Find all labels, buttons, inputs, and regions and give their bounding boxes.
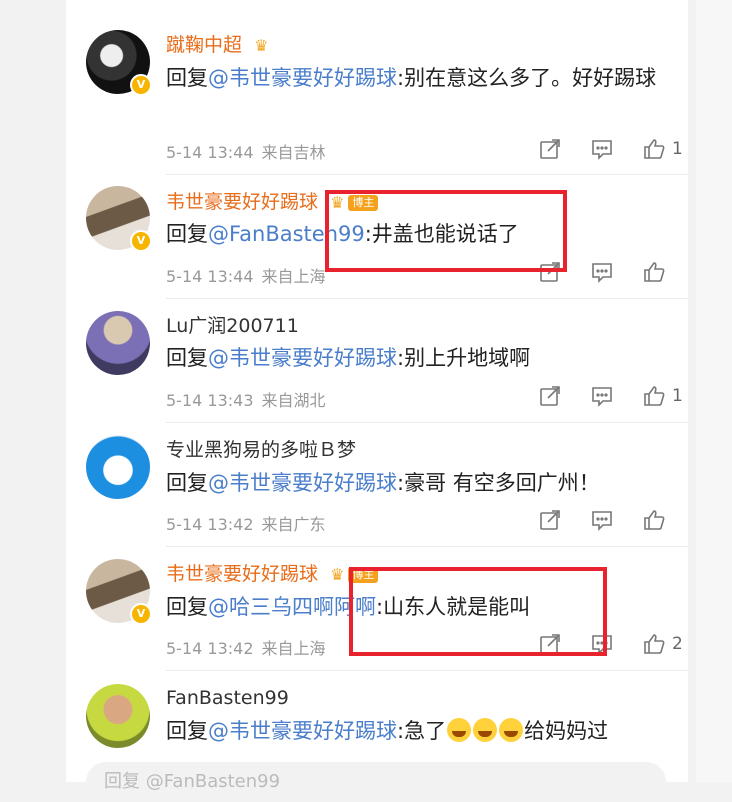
reply-text: :急了 — [397, 719, 447, 743]
timestamp: 5-14 13:42 — [166, 515, 254, 534]
reply-prefix: 回复 — [166, 595, 208, 619]
like-count: 1 — [672, 386, 683, 406]
share-icon[interactable] — [538, 508, 564, 534]
avatar[interactable]: V — [86, 30, 152, 96]
reply-prefix: 回复 — [166, 471, 208, 495]
username-text[interactable]: 韦世豪要好好踢球 — [166, 563, 318, 585]
timestamp: 5-14 13:43 — [166, 391, 254, 410]
avatar[interactable] — [86, 435, 150, 499]
comment-text: 回复@韦世豪要好好踢球:别上升地域啊 — [166, 342, 666, 374]
username[interactable]: 韦世豪要好好踢球 ♛ 博主 — [166, 562, 379, 587]
reply-prefix: 回复 — [166, 66, 208, 90]
comment-text: 回复@韦世豪要好好踢球:别在意这么多了。好好踢球 — [166, 62, 666, 94]
highlight-box — [325, 190, 567, 272]
divider — [166, 422, 688, 423]
crown-icon: ♛ — [254, 35, 269, 55]
comment-meta: 5-14 13:43 来自湖北 — [166, 387, 334, 411]
reply-prefix: 回复 — [166, 222, 208, 246]
location: 来自吉林 — [261, 143, 326, 162]
like-icon[interactable]: 1 — [642, 137, 683, 163]
like-icon[interactable]: 1 — [642, 384, 683, 410]
comment-list-panel[interactable]: V 蹴鞠中超 ♛ 回复@韦世豪要好好踢球:别在意这么多了。好好踢球 5-14 1… — [66, 0, 688, 802]
reply-text: :别上升地域啊 — [397, 346, 531, 370]
location: 来自湖北 — [261, 391, 326, 410]
verified-v-icon: V — [130, 74, 152, 96]
like-icon[interactable] — [642, 260, 668, 286]
timestamp: 5-14 13:44 — [166, 267, 254, 286]
mention-link[interactable]: @韦世豪要好好踢球 — [208, 471, 397, 495]
username[interactable]: 蹴鞠中超 ♛ — [166, 33, 268, 58]
reply-prefix: 回复 — [166, 719, 208, 743]
location: 来自上海 — [261, 639, 326, 658]
location: 来自广东 — [261, 515, 326, 534]
crying-laugh-emoji — [447, 718, 472, 742]
crown-icon: ♛ — [330, 564, 345, 584]
comment-meta: 5-14 13:44 来自上海 — [166, 263, 334, 287]
like-icon[interactable]: 2 — [642, 632, 683, 658]
username[interactable]: FanBasten99 — [166, 686, 289, 710]
comment-icon[interactable] — [590, 384, 616, 410]
comment-icon[interactable] — [590, 508, 616, 534]
verified-v-icon: V — [130, 230, 152, 252]
reply-prefix: 回复 — [166, 346, 208, 370]
mention-link[interactable]: @韦世豪要好好踢球 — [208, 719, 397, 743]
username-text[interactable]: 韦世豪要好好踢球 — [166, 191, 318, 213]
timestamp: 5-14 13:44 — [166, 143, 254, 162]
right-background-strip — [696, 0, 732, 782]
location: 来自上海 — [261, 267, 326, 286]
comment-actions — [538, 508, 668, 534]
username-text[interactable]: 蹴鞠中超 — [166, 34, 242, 56]
divider — [166, 670, 688, 671]
like-count: 2 — [672, 634, 683, 654]
crying-laugh-emoji — [499, 718, 524, 742]
comment-actions: 1 — [538, 384, 683, 410]
username-text[interactable]: FanBasten99 — [166, 687, 289, 709]
comment-text: 回复@韦世豪要好好踢球:急了 给妈妈过 — [166, 715, 666, 747]
divider — [166, 546, 688, 547]
avatar[interactable]: V — [86, 559, 152, 625]
comment-meta: 5-14 13:42 来自上海 — [166, 635, 334, 659]
reply-text-continued: 给妈妈过 — [524, 719, 609, 743]
verified-v-icon: V — [130, 603, 152, 625]
avatar[interactable] — [86, 684, 150, 748]
username-text[interactable]: Lu广润200711 — [166, 315, 299, 337]
reply-text: :别在意这么多了。好好踢球 — [397, 66, 657, 90]
divider — [166, 298, 688, 299]
avatar[interactable] — [86, 311, 150, 375]
username[interactable]: 专业黑狗易的多啦Ｂ梦 — [166, 438, 356, 462]
comment-icon[interactable] — [590, 137, 616, 163]
comment-meta: 5-14 13:44 来自吉林 — [166, 139, 334, 163]
reply-text: :豪哥 有空多回广州！ — [397, 471, 600, 495]
like-icon[interactable] — [642, 508, 668, 534]
reply-input[interactable]: 回复 @FanBasten99 — [86, 762, 666, 802]
mention-link[interactable]: @韦世豪要好好踢球 — [208, 66, 397, 90]
highlight-box — [349, 567, 607, 656]
timestamp: 5-14 13:42 — [166, 639, 254, 658]
username-text[interactable]: 专业黑狗易的多啦Ｂ梦 — [166, 439, 356, 461]
comment-meta: 5-14 13:42 来自广东 — [166, 511, 334, 535]
like-count: 1 — [672, 139, 683, 159]
comment-actions: 1 — [538, 137, 683, 163]
share-icon[interactable] — [538, 384, 564, 410]
avatar[interactable]: V — [86, 186, 152, 252]
comment-text: 回复@韦世豪要好好踢球:豪哥 有空多回广州！ — [166, 467, 666, 499]
username[interactable]: Lu广润200711 — [166, 314, 299, 338]
crying-laugh-emoji — [473, 718, 498, 742]
comment-icon[interactable] — [590, 260, 616, 286]
divider — [166, 174, 688, 175]
mention-link[interactable]: @韦世豪要好好踢球 — [208, 346, 397, 370]
share-icon[interactable] — [538, 137, 564, 163]
